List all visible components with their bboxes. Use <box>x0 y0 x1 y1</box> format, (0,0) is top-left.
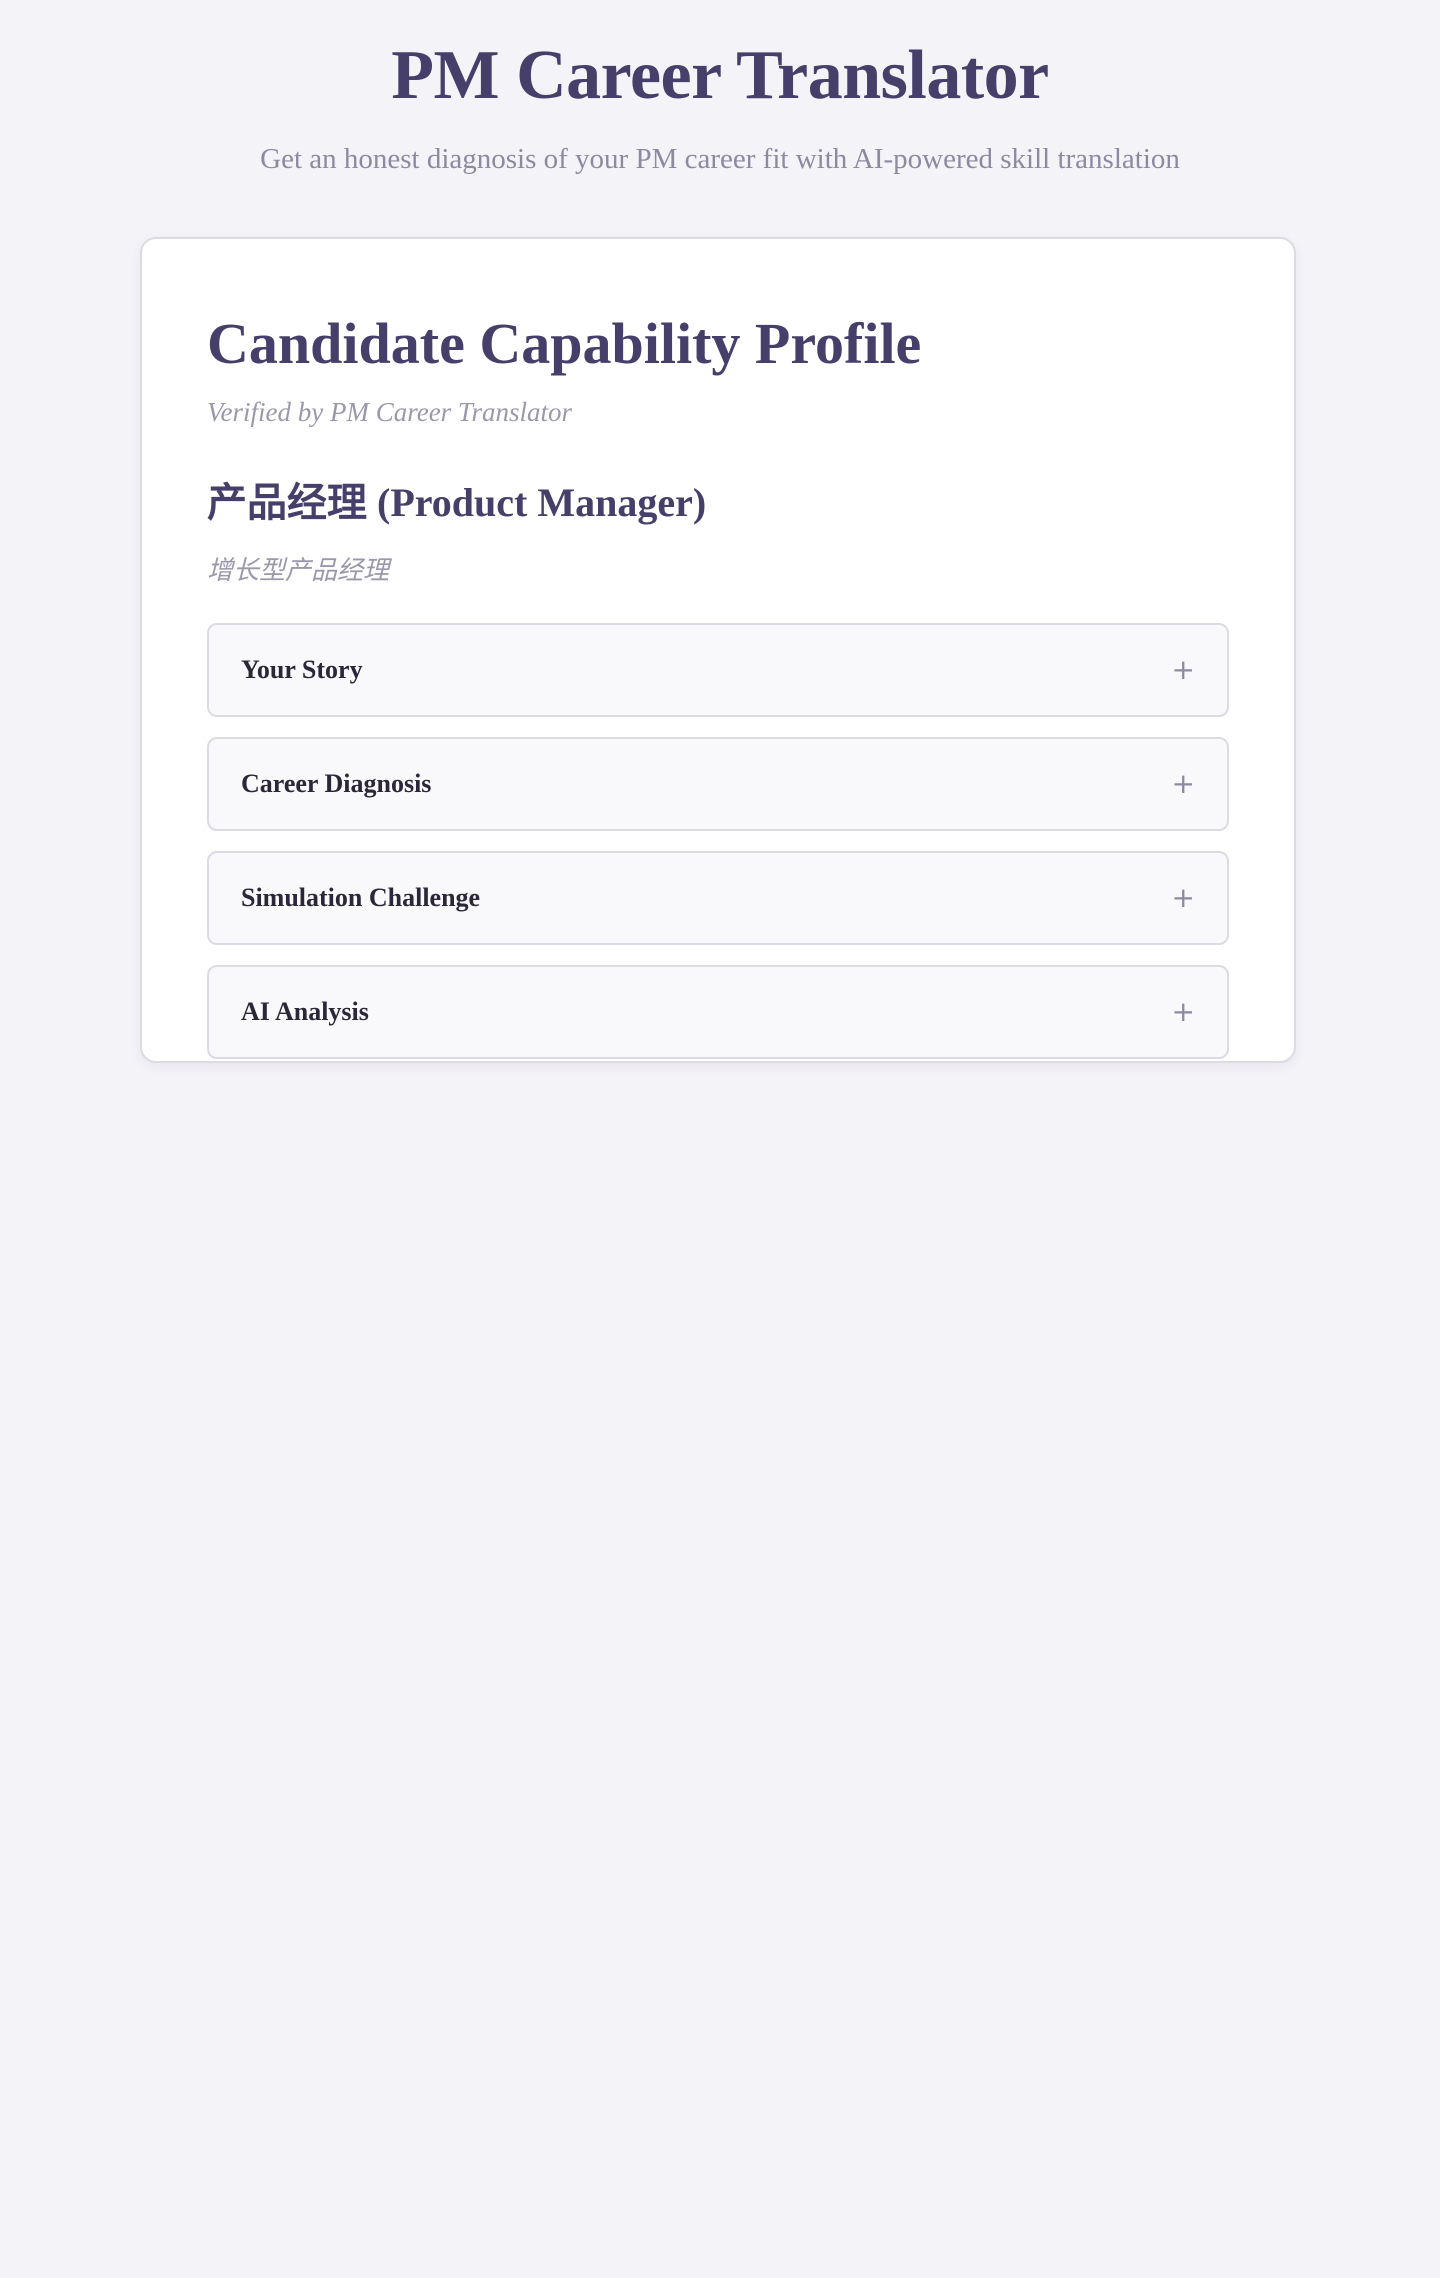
accordion-ai-analysis[interactable]: AI Analysis + <box>207 965 1229 1059</box>
accordion-your-story[interactable]: Your Story + <box>207 623 1229 717</box>
accordion-label: AI Analysis <box>241 997 369 1026</box>
accordion-label: Simulation Challenge <box>241 883 481 912</box>
plus-icon: + <box>1171 767 1195 800</box>
accordion-label: Your Story <box>241 655 363 684</box>
site-subtitle: Get an honest diagnosis of your PM caree… <box>260 143 1180 175</box>
accordion-label: Career Diagnosis <box>241 769 432 798</box>
accordion-career-diagnosis[interactable]: Career Diagnosis + <box>207 737 1229 831</box>
plus-icon: + <box>1171 995 1195 1028</box>
role-title: 产品经理 (Product Manager) <box>207 480 707 525</box>
plus-icon: + <box>1171 881 1195 914</box>
plus-icon: + <box>1171 653 1195 686</box>
page: PM Career Translator Get an honest diagn… <box>0 0 1440 2278</box>
accordion-simulation-challenge[interactable]: Simulation Challenge + <box>207 851 1229 945</box>
accordion: Your Story + Career Diagnosis + Simulati… <box>207 623 1229 1059</box>
verified-label: Verified by PM Career Translator <box>207 397 572 427</box>
profile-title: Candidate Capability Profile <box>207 311 922 376</box>
site-header: PM Career Translator Get an honest diagn… <box>0 0 1440 176</box>
profile-card: Candidate Capability Profile Verified by… <box>140 237 1296 1063</box>
role-subtitle: 增长型产品经理 <box>207 556 390 585</box>
site-title: PM Career Translator <box>391 37 1049 114</box>
